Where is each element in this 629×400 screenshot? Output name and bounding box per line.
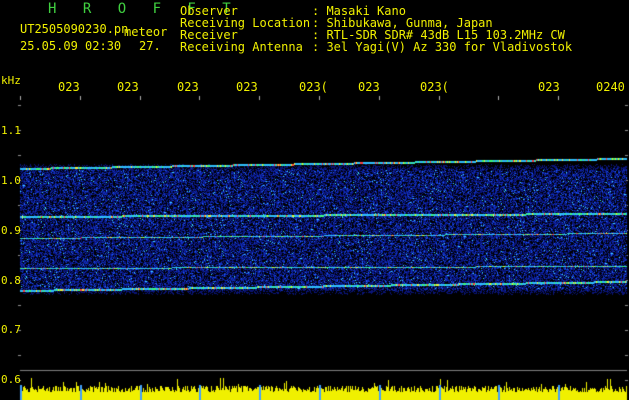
antenna-value: : 3el Yagi(V) Az 330 for Vladivostok — [312, 40, 573, 54]
meteor-count: 27. — [139, 39, 161, 53]
filename-label: UT2505090230.pn — [20, 22, 129, 36]
freq-label: 0.7 — [1, 323, 21, 336]
antenna-label: Receiving Antenna — [180, 40, 303, 54]
meteor-label: meteor — [124, 25, 168, 39]
unit-label: kHz — [1, 74, 21, 87]
time-label: 023( — [299, 80, 328, 94]
time-label: 023( — [420, 80, 449, 94]
freq-label: 1.1 — [1, 124, 21, 137]
time-label: 023 — [117, 80, 139, 94]
time-label: 023 — [236, 80, 258, 94]
time-label: 023 — [358, 80, 380, 94]
time-label: 023 — [177, 80, 199, 94]
time-label: 023 — [538, 80, 560, 94]
spectrogram-canvas — [0, 0, 629, 400]
timestamp-label: 25.05.09 02:30 — [20, 39, 122, 53]
freq-label: 0.9 — [1, 224, 21, 237]
time-label: 023 — [58, 80, 80, 94]
freq-label: 1.0 — [1, 174, 21, 187]
freq-label: 0.6 — [1, 373, 21, 386]
time-label: 0240 — [596, 80, 625, 94]
freq-label: 0.8 — [1, 274, 21, 287]
